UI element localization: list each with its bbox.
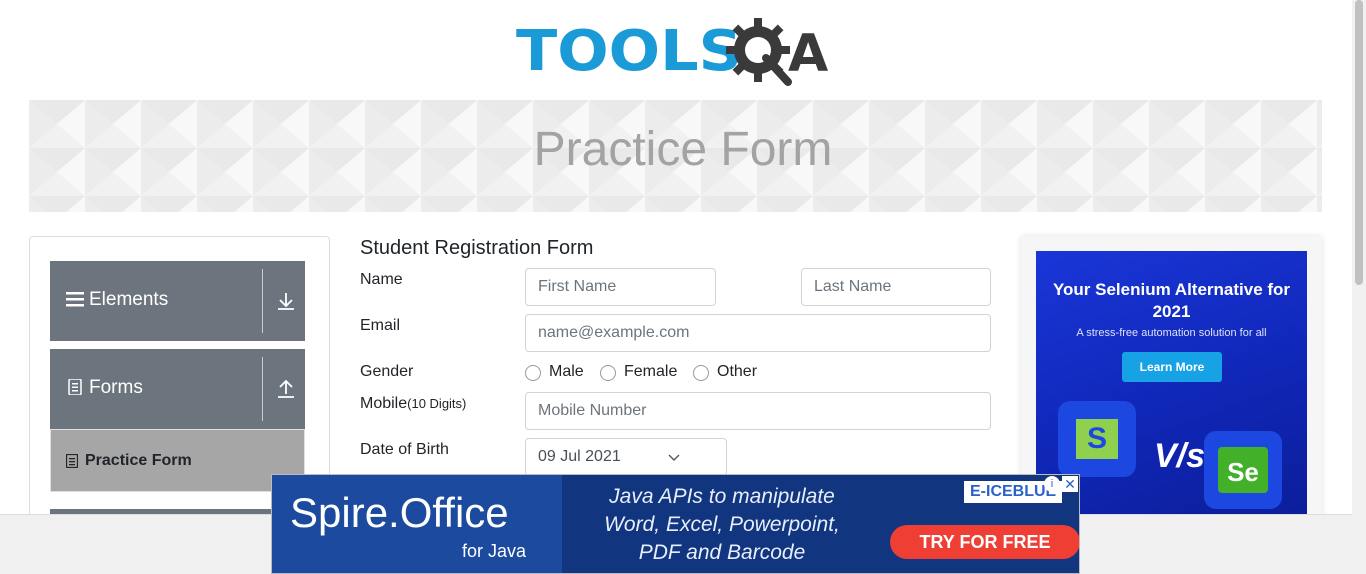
logo-suffix: A	[788, 24, 829, 84]
ad-title: Spire.Office	[290, 489, 509, 536]
page-title: Practice Form	[533, 123, 833, 176]
radio-label: Other	[717, 363, 758, 380]
last-name-input[interactable]: Last Name	[801, 268, 991, 306]
hamburger-icon	[66, 292, 84, 307]
ad-info-icon[interactable]: i	[1044, 476, 1060, 492]
ad-subtitle: A stress-free automation solution for al…	[1076, 327, 1267, 339]
ad-subtitle: for Java	[462, 541, 527, 561]
mobile-input[interactable]: Mobile Number	[525, 392, 991, 430]
sidebar-group-forms[interactable]: Forms	[50, 349, 305, 429]
logo-text: TOOLS	[516, 19, 743, 84]
sidebar-item-label: Practice Form	[85, 452, 192, 469]
form-title: Student Registration Form	[360, 237, 594, 259]
try-for-free-button[interactable]: TRY FOR FREE	[890, 525, 1079, 559]
page: TOOLS A Practice Form Elements Forms Pra…	[0, 0, 1366, 574]
file-icon	[66, 454, 78, 468]
dob-input[interactable]: 09 Jul 2021	[525, 438, 727, 476]
close-icon[interactable]: ✕	[1062, 476, 1078, 492]
gear-q-icon	[726, 18, 792, 86]
sidebar-group-label: Forms	[89, 377, 143, 398]
name-label: Name	[360, 271, 403, 288]
radio-circle[interactable]	[600, 365, 616, 381]
scrollbar-thumb[interactable]	[1355, 0, 1363, 285]
sidebar-group-label: Elements	[89, 289, 169, 310]
email-label: Email	[360, 317, 401, 334]
learn-more-button[interactable]: Learn More	[1122, 352, 1222, 382]
chevron-down-icon	[668, 454, 680, 461]
upload-arrow-icon[interactable]	[276, 379, 296, 399]
radio-label: Male	[549, 363, 584, 380]
divider	[262, 357, 263, 421]
dob-value: 09 Jul 2021	[538, 448, 621, 465]
divider	[262, 269, 263, 333]
radio-circle[interactable]	[525, 365, 541, 381]
email-input[interactable]: name@example.com	[525, 314, 991, 352]
sidebar-item-practice-form[interactable]: Practice Form	[50, 429, 305, 492]
dob-label: Date of Birth	[360, 441, 449, 458]
testsigma-logo: S	[1058, 401, 1136, 477]
first-name-input[interactable]: First Name	[525, 268, 716, 306]
gender-label: Gender	[360, 363, 414, 380]
gender-radio-male[interactable]: Male	[525, 363, 595, 383]
document-icon	[68, 379, 82, 395]
sidebar-group-elements[interactable]: Elements	[50, 261, 305, 341]
gender-radio-female[interactable]: Female	[600, 363, 685, 383]
ad-title: Your Selenium Alternative for 2021	[1052, 280, 1291, 321]
selenium-logo: Se	[1204, 431, 1282, 509]
mobile-hint: (10 Digits)	[407, 396, 467, 411]
radio-label: Female	[624, 363, 678, 380]
gender-radio-other[interactable]: Other	[693, 363, 763, 383]
ad-text: Java APIs to manipulate Word, Excel, Pow…	[604, 485, 840, 564]
logo-letter: Se	[1218, 447, 1268, 493]
radio-circle[interactable]	[693, 365, 709, 381]
bottom-ad[interactable]: Spire.Office for Java Java APIs to manip…	[271, 474, 1080, 574]
mobile-label: Mobile(10 Digits)	[360, 395, 466, 413]
mobile-label-text: Mobile	[360, 395, 408, 412]
toolsqa-logo[interactable]: TOOLS A	[516, 14, 840, 92]
logo-letter: S	[1076, 419, 1118, 459]
versus-text: V/s	[1154, 437, 1206, 475]
download-arrow-icon[interactable]	[276, 291, 296, 311]
